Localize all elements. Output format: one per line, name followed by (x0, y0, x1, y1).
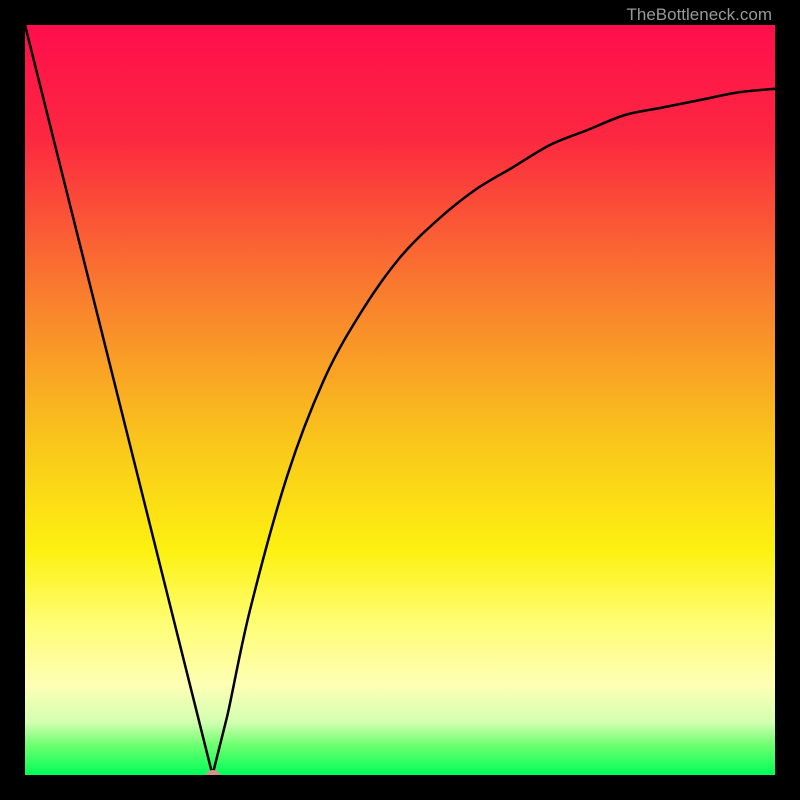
curve-line (25, 25, 775, 775)
chart-container (25, 25, 775, 775)
minimum-marker (206, 770, 220, 775)
watermark-text: TheBottleneck.com (626, 5, 772, 25)
